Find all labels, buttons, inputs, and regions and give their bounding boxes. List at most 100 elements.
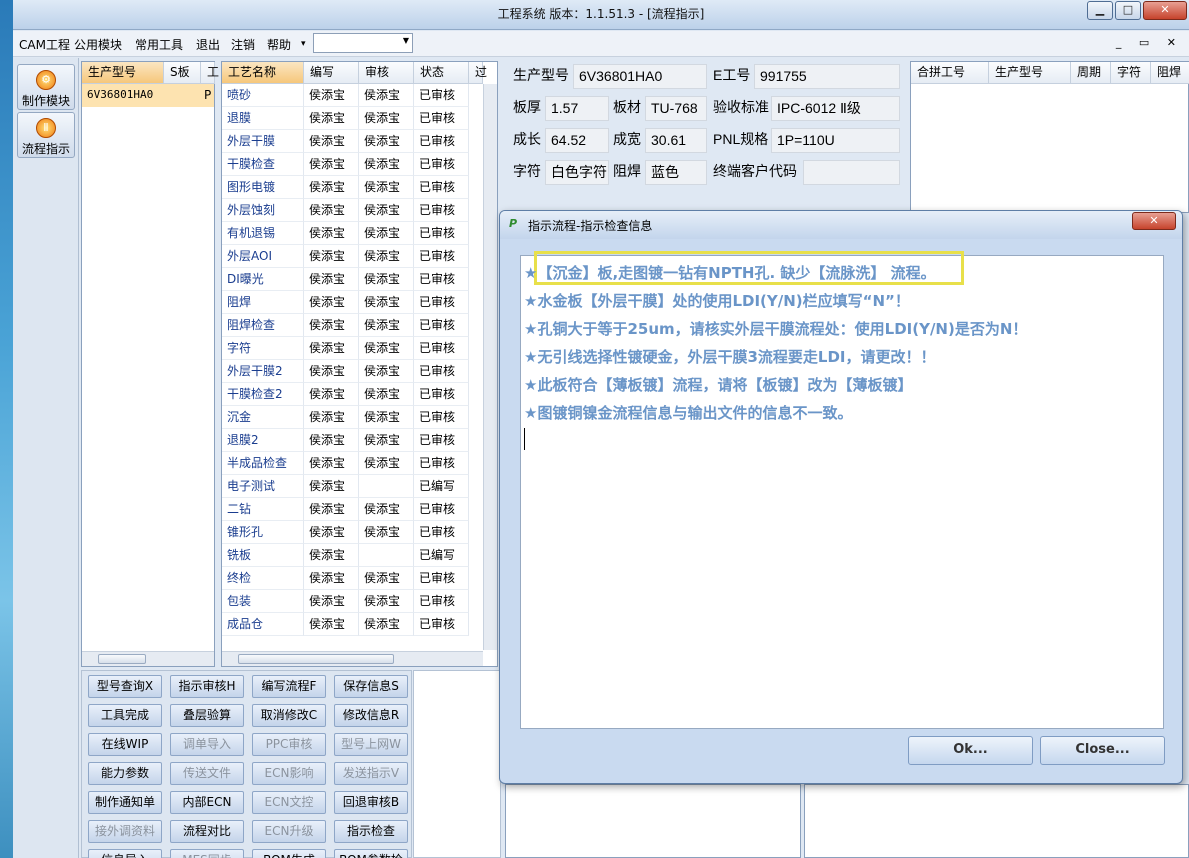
action-button[interactable]: 发送指示V	[334, 762, 408, 785]
ok-button[interactable]: Ok...	[908, 736, 1033, 765]
horizontal-scrollbar[interactable]	[222, 651, 483, 666]
col-header-more[interactable]: 过	[469, 62, 487, 84]
action-button[interactable]: 调单导入	[170, 733, 244, 756]
process-table-panel: 工艺名称 编写 审核 状态 过 喷砂 侯添宝 侯添宝 已审核 退膜 侯添宝 侯添宝 已审核 外层…	[221, 61, 498, 667]
vertical-scrollbar[interactable]	[483, 84, 497, 650]
close-button[interactable]: Close...	[1040, 736, 1165, 765]
width-field[interactable]: 30.61	[645, 128, 707, 153]
thickness-field[interactable]: 1.57	[545, 96, 609, 121]
table-row[interactable]: 字符 侯添宝 侯添宝 已审核	[222, 337, 483, 360]
table-row[interactable]: 包装 侯添宝 侯添宝 已审核	[222, 590, 483, 613]
col-header-char[interactable]: 字符	[1111, 62, 1151, 84]
table-row[interactable]: 二钻 侯添宝 侯添宝 已审核	[222, 498, 483, 521]
table-row[interactable]: 沉金 侯添宝 侯添宝 已审核	[222, 406, 483, 429]
action-button[interactable]: 取消修改C	[252, 704, 326, 727]
action-button[interactable]: 传送文件	[170, 762, 244, 785]
table-row[interactable]: 外层AOI 侯添宝 侯添宝 已审核	[222, 245, 483, 268]
table-row[interactable]: 阻焊检查 侯添宝 侯添宝 已审核	[222, 314, 483, 337]
action-button[interactable]: 内部ECN	[170, 791, 244, 814]
table-row[interactable]: 阻焊 侯添宝 侯添宝 已审核	[222, 291, 483, 314]
action-button[interactable]: 工具完成	[88, 704, 162, 727]
col-header-cycle[interactable]: 周期	[1071, 62, 1111, 84]
mdi-controls[interactable]: _ ▭ ✕	[1116, 36, 1183, 49]
action-button[interactable]: 型号查询X	[88, 675, 162, 698]
material-field[interactable]: TU-768	[645, 96, 707, 121]
table-row[interactable]: 电子测试 侯添宝 已编写	[222, 475, 483, 498]
menu-cam[interactable]: CAM工程	[19, 36, 70, 53]
table-row[interactable]: 外层干膜 侯添宝 侯添宝 已审核	[222, 130, 483, 153]
pnl-field[interactable]: 1P=110U	[771, 128, 900, 153]
action-button[interactable]: PPC审核	[252, 733, 326, 756]
maximize-button[interactable]: □	[1115, 1, 1141, 20]
table-row[interactable]: 终检 侯添宝 侯添宝 已审核	[222, 567, 483, 590]
action-button[interactable]: 接外调资料	[88, 820, 162, 843]
action-button[interactable]: ECN影响	[252, 762, 326, 785]
col-header-merge-no[interactable]: 合拼工号	[911, 62, 989, 84]
table-row[interactable]: 铣板 侯添宝 已编写	[222, 544, 483, 567]
action-button[interactable]: BOM参数检查	[334, 849, 408, 858]
action-button[interactable]: 修改信息R	[334, 704, 408, 727]
action-button[interactable]: 编写流程F	[252, 675, 326, 698]
action-button[interactable]: 流程对比	[170, 820, 244, 843]
action-button[interactable]: 保存信息S	[334, 675, 408, 698]
minimize-button[interactable]: ▁	[1087, 1, 1113, 20]
col-header-process[interactable]: 工艺名称	[222, 62, 304, 84]
col-header-reviewer[interactable]: 审核	[359, 62, 414, 84]
table-row[interactable]: 干膜检查 侯添宝 侯添宝 已审核	[222, 153, 483, 176]
action-button[interactable]: ECN升级	[252, 820, 326, 843]
horizontal-scrollbar[interactable]	[82, 651, 214, 666]
action-button[interactable]: 型号上网W	[334, 733, 408, 756]
nav-make-module[interactable]: ⚙ 制作模块	[17, 64, 75, 110]
table-row[interactable]: 退膜2 侯添宝 侯添宝 已审核	[222, 429, 483, 452]
model-field[interactable]: 6V36801HA0	[573, 64, 707, 89]
table-row[interactable]: 半成品检查 侯添宝 侯添宝 已审核	[222, 452, 483, 475]
col-header-writer[interactable]: 编写	[304, 62, 359, 84]
action-button[interactable]: 回退审核B	[334, 791, 408, 814]
customer-code-field[interactable]	[803, 160, 900, 185]
action-button[interactable]: ECN文控	[252, 791, 326, 814]
table-row[interactable]: 锥形孔 侯添宝 侯添宝 已审核	[222, 521, 483, 544]
table-row[interactable]: 外层蚀刻 侯添宝 侯添宝 已审核	[222, 199, 483, 222]
menu-common-modules[interactable]: 公用模块	[74, 36, 122, 53]
action-button[interactable]: 能力参数	[88, 762, 162, 785]
action-button[interactable]: 指示检查	[334, 820, 408, 843]
table-row[interactable]: 有机退锡 侯添宝 侯添宝 已审核	[222, 222, 483, 245]
table-row[interactable]: 6V36801HA0 P	[82, 84, 214, 107]
table-row[interactable]: 外层干膜2 侯添宝 侯添宝 已审核	[222, 360, 483, 383]
col-header-status[interactable]: 状态	[414, 62, 469, 84]
dialog-close-button[interactable]: ✕	[1132, 212, 1176, 230]
action-button[interactable]: 制作通知单	[88, 791, 162, 814]
table-row[interactable]: 成品仓 侯添宝 侯添宝 已审核	[222, 613, 483, 636]
menu-combo-box[interactable]: ▼	[313, 33, 413, 53]
menu-logout[interactable]: 注销	[231, 36, 255, 53]
mask-field[interactable]: 蓝色	[645, 160, 707, 185]
table-row[interactable]: 喷砂 侯添宝 侯添宝 已审核	[222, 84, 483, 107]
action-button[interactable]: BOM生成	[252, 849, 326, 858]
menu-help[interactable]: 帮助	[267, 36, 291, 53]
menu-exit[interactable]: 退出	[196, 36, 220, 53]
close-window-button[interactable]: ✕	[1143, 1, 1187, 20]
message-area[interactable]: ★【沉金】板,走图镀一钻有NPTH孔. 缺少【流脉洗】 流程。 ★水金板【外层干…	[520, 251, 1164, 729]
e-number-field[interactable]: 991755	[754, 64, 900, 89]
menu-overflow-icon[interactable]: ▾	[301, 39, 306, 49]
nav-process-instruction[interactable]: Ⅱ 流程指示	[17, 112, 75, 158]
standard-field[interactable]: IPC-6012 Ⅱ级	[771, 96, 900, 121]
col-header-more[interactable]: 工	[201, 62, 219, 84]
col-header-model[interactable]: 生产型号	[82, 62, 164, 84]
col-header-mask[interactable]: 阻焊	[1151, 62, 1189, 84]
action-button[interactable]: 叠层验算	[170, 704, 244, 727]
writer-cell: 侯添宝	[304, 429, 359, 452]
action-button[interactable]: 在线WIP	[88, 733, 162, 756]
action-button[interactable]: 指示审核H	[170, 675, 244, 698]
action-button[interactable]: 信息导入	[88, 849, 162, 858]
table-row[interactable]: 退膜 侯添宝 侯添宝 已审核	[222, 107, 483, 130]
length-field[interactable]: 64.52	[545, 128, 609, 153]
col-header-model[interactable]: 生产型号	[989, 62, 1071, 84]
table-row[interactable]: DI曝光 侯添宝 侯添宝 已审核	[222, 268, 483, 291]
action-button[interactable]: MES同步	[170, 849, 244, 858]
table-row[interactable]: 干膜检查2 侯添宝 侯添宝 已审核	[222, 383, 483, 406]
table-row[interactable]: 图形电镀 侯添宝 侯添宝 已审核	[222, 176, 483, 199]
char-field[interactable]: 白色字符	[545, 160, 609, 185]
col-header-s[interactable]: S板	[164, 62, 201, 84]
menu-common-tools[interactable]: 常用工具	[135, 36, 183, 53]
